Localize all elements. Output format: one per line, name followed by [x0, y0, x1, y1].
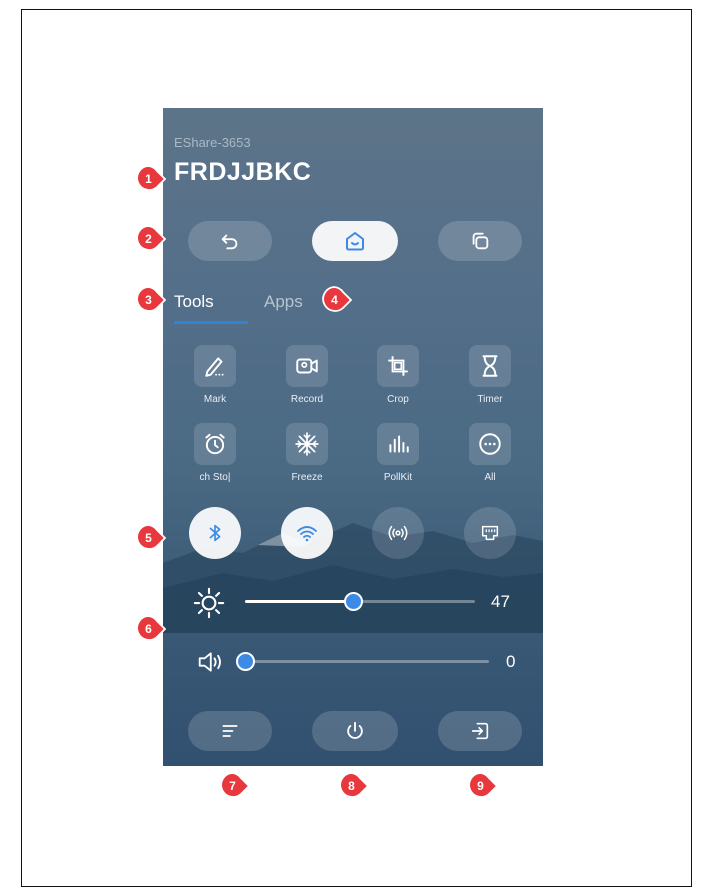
callout-badge: 6 — [136, 614, 167, 644]
multitask-button[interactable] — [438, 221, 522, 261]
volume-slider[interactable] — [236, 652, 489, 671]
multitask-icon — [472, 232, 489, 250]
menu-button[interactable] — [188, 711, 272, 751]
camera-record-icon — [296, 358, 318, 374]
callout-badge: 4 — [322, 285, 353, 315]
brightness-fill — [245, 600, 354, 603]
callout-badge: 5 — [136, 523, 167, 553]
alarm-clock-icon — [205, 433, 225, 455]
device-name: EShare-3653 — [174, 135, 251, 150]
exit-icon — [471, 722, 489, 740]
speaker-icon — [198, 652, 221, 672]
hourglass-icon — [482, 355, 498, 377]
hotspot-icon — [388, 525, 408, 541]
device-code: FRDJJBKC — [174, 158, 312, 186]
pen-icon — [205, 357, 224, 377]
tool-label: Crop — [387, 394, 409, 405]
control-panel: EShare-3653 FRDJJBKC Tools Apps Mark Rec… — [163, 108, 543, 766]
tool-label: Mark — [203, 394, 227, 405]
tool-pollkit[interactable]: PollKit — [368, 423, 428, 483]
callout-badge: 8 — [339, 771, 370, 801]
hotspot-toggle[interactable] — [372, 507, 424, 559]
tool-label: Freeze — [291, 472, 323, 483]
tool-timer[interactable]: Timer — [460, 345, 520, 405]
exit-button[interactable] — [438, 711, 522, 751]
callout-badge: 7 — [220, 771, 251, 801]
home-icon — [346, 232, 364, 251]
callout-badge: 9 — [468, 771, 499, 801]
tool-freeze[interactable]: Freeze — [277, 423, 337, 483]
tool-label: Timer — [477, 394, 503, 405]
tool-label: All — [484, 472, 496, 483]
callout-badge: 2 — [136, 224, 167, 254]
bluetooth-icon — [209, 524, 221, 542]
active-tab-underline — [174, 321, 248, 324]
tool-label: PollKit — [383, 472, 413, 483]
ethernet-toggle[interactable] — [464, 507, 516, 559]
sun-icon — [193, 587, 225, 619]
tool-stopwatch[interactable]: ch Sto| — [185, 423, 245, 483]
back-arrow-icon — [221, 234, 238, 250]
brightness-slider[interactable] — [245, 592, 475, 611]
wifi-toggle[interactable] — [281, 507, 333, 559]
brightness-value: 47 — [491, 592, 510, 611]
callout-badge: 3 — [136, 285, 167, 315]
callout-badge: 1 — [136, 164, 167, 194]
tab-apps[interactable]: Apps — [264, 292, 303, 312]
back-button[interactable] — [188, 221, 272, 261]
crop-icon — [388, 356, 408, 376]
more-dots-icon — [479, 433, 501, 455]
tool-all[interactable]: All — [460, 423, 520, 483]
tool-record[interactable]: Record — [277, 345, 337, 405]
tool-label: Record — [290, 394, 324, 405]
wifi-icon — [297, 526, 317, 542]
brightness-knob[interactable] — [344, 592, 364, 611]
bluetooth-toggle[interactable] — [189, 507, 241, 559]
bar-chart-icon — [389, 435, 409, 453]
tool-mark[interactable]: Mark — [185, 345, 245, 405]
tool-crop[interactable]: Crop — [368, 345, 428, 405]
volume-value: 0 — [506, 652, 516, 671]
power-icon — [347, 721, 363, 739]
volume-knob[interactable] — [236, 652, 255, 671]
snowflake-icon — [295, 432, 319, 456]
menu-lines-icon — [222, 725, 238, 737]
power-button[interactable] — [312, 711, 398, 751]
home-button[interactable] — [312, 221, 398, 261]
tab-tools[interactable]: Tools — [174, 292, 214, 312]
ethernet-icon — [481, 525, 499, 541]
tool-label: ch Sto| — [199, 472, 231, 483]
